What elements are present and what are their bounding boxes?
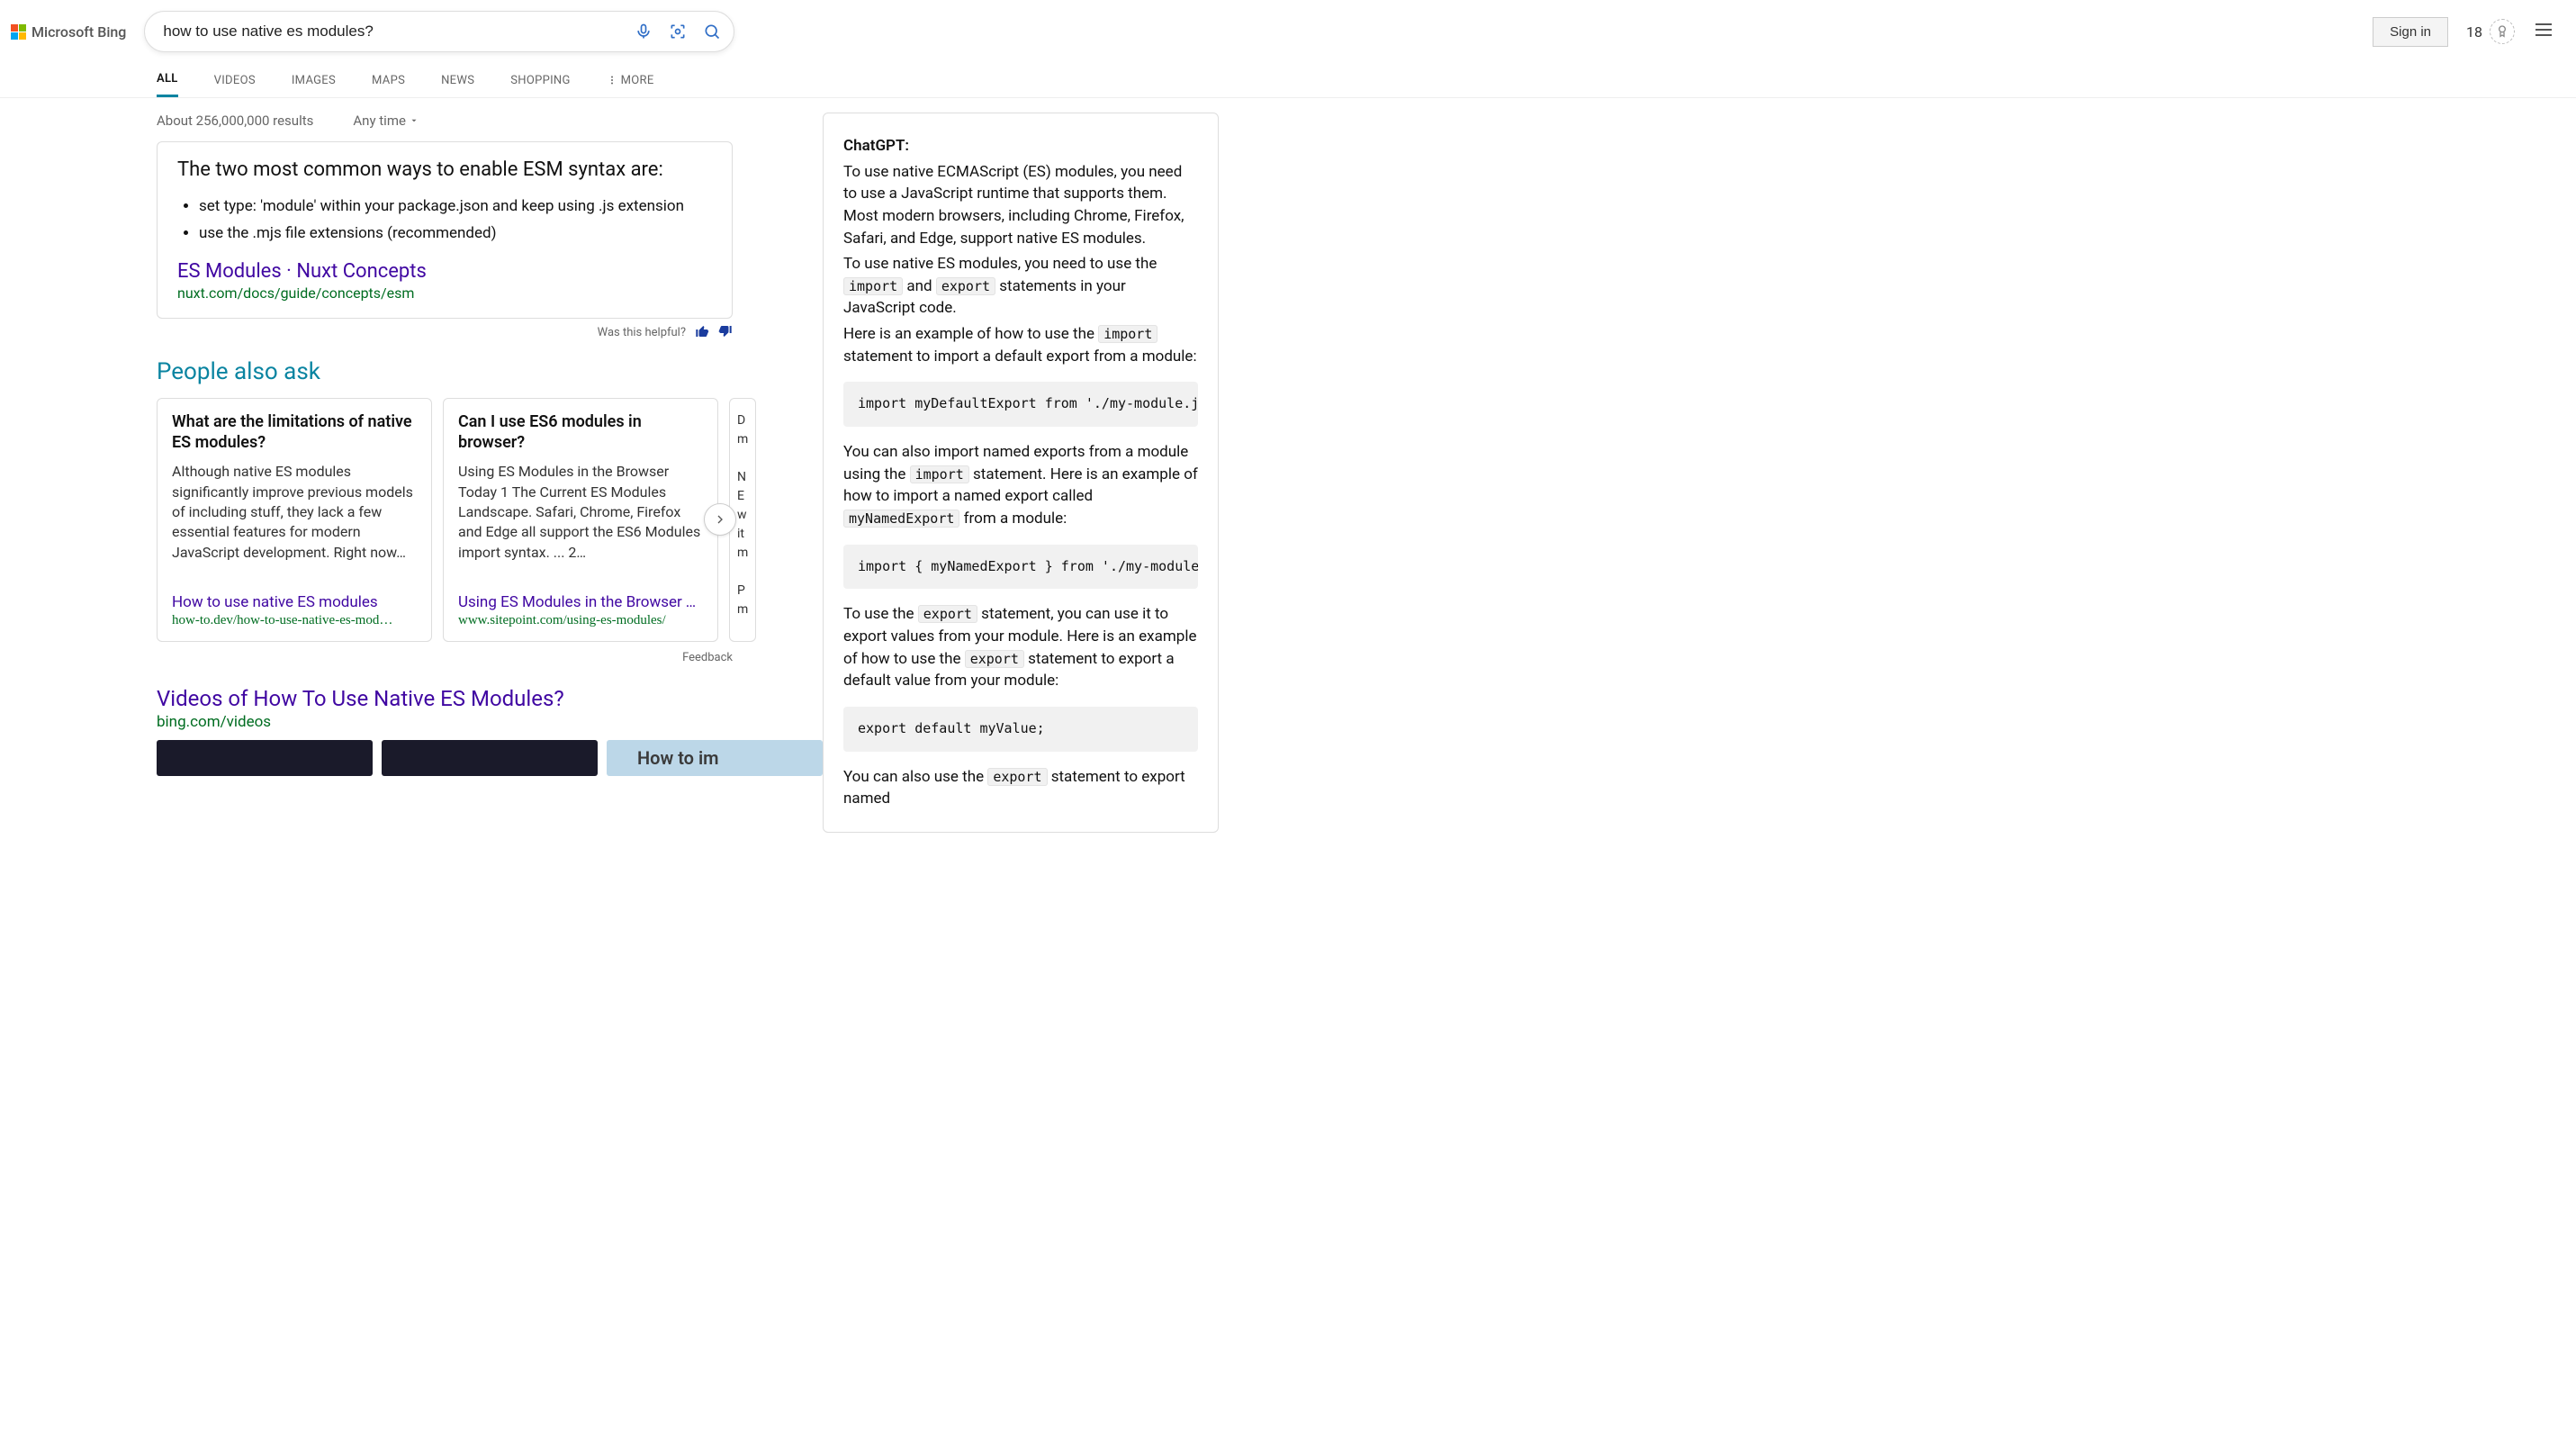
helpful-label: Was this helpful? bbox=[598, 326, 686, 339]
chat-text: To use native ES modules, you need to us… bbox=[843, 253, 1198, 320]
rewards-widget[interactable]: 18 bbox=[2466, 19, 2515, 44]
tab-news[interactable]: NEWS bbox=[441, 61, 474, 96]
paa-body: Although native ES modules significantly… bbox=[172, 462, 417, 582]
chat-text: You can also use the export statement to… bbox=[843, 766, 1198, 810]
tab-videos[interactable]: VIDEOS bbox=[214, 61, 256, 96]
code-block: import { myNamedExport } from './my-modu… bbox=[843, 545, 1198, 590]
snippet-bullet: use the .mjs file extensions (recommende… bbox=[199, 221, 712, 248]
tabs-bar: ALL VIDEOS IMAGES MAPS NEWS SHOPPING MOR… bbox=[0, 59, 2576, 98]
paa-next-button[interactable] bbox=[704, 503, 736, 536]
code-inline: export bbox=[987, 768, 1047, 786]
paa-link[interactable]: How to use native ES modules bbox=[172, 593, 417, 611]
rewards-icon bbox=[2490, 19, 2515, 44]
search-icon[interactable] bbox=[703, 23, 721, 41]
code-inline: import bbox=[1098, 325, 1157, 343]
featured-snippet: The two most common ways to enable ESM s… bbox=[157, 141, 733, 319]
paa-card[interactable]: Can I use ES6 modules in browser? Using … bbox=[443, 398, 718, 643]
tab-images[interactable]: IMAGES bbox=[292, 61, 336, 96]
search-input[interactable] bbox=[163, 23, 635, 41]
videos-heading[interactable]: Videos of How To Use Native ES Modules? bbox=[157, 686, 733, 711]
paa-carousel: What are the limitations of native ES mo… bbox=[157, 398, 733, 643]
paa-url: www.sitepoint.com/using-es-modules/ bbox=[458, 613, 703, 628]
code-inline: import bbox=[843, 277, 903, 295]
result-count: About 256,000,000 results bbox=[157, 113, 313, 129]
paa-link[interactable]: Using ES Modules in the Browser T… bbox=[458, 593, 703, 611]
header: Microsoft Bing Sign in 18 bbox=[0, 0, 2576, 59]
code-inline: myNamedExport bbox=[843, 510, 959, 528]
feedback-link[interactable]: Feedback bbox=[682, 651, 733, 664]
searchbox bbox=[144, 11, 734, 52]
tab-shopping[interactable]: SHOPPING bbox=[510, 61, 570, 96]
paa-question: What are the limitations of native ES mo… bbox=[172, 411, 417, 454]
chat-text: You can also import named exports from a… bbox=[843, 441, 1198, 530]
mic-icon[interactable] bbox=[635, 23, 653, 41]
brand-label: Microsoft Bing bbox=[32, 23, 126, 41]
chat-label: ChatGPT: bbox=[843, 137, 909, 155]
anytime-dropdown[interactable]: Any time bbox=[353, 113, 419, 129]
snippet-source-link[interactable]: ES Modules · Nuxt Concepts bbox=[177, 260, 427, 283]
code-block: import myDefaultExport from './my-module… bbox=[843, 382, 1198, 427]
tab-more[interactable]: MORE bbox=[607, 61, 654, 96]
snippet-heading: The two most common ways to enable ESM s… bbox=[177, 158, 712, 181]
paa-question: Can I use ES6 modules in browser? bbox=[458, 411, 703, 454]
chat-text: To use native ECMAScript (ES) modules, y… bbox=[843, 161, 1198, 250]
rewards-count: 18 bbox=[2466, 23, 2482, 41]
code-inline: import bbox=[910, 465, 969, 483]
thumbs-down-icon[interactable] bbox=[718, 324, 733, 342]
chevron-right-icon bbox=[713, 512, 727, 527]
chat-text: To use the export statement, you can use… bbox=[843, 603, 1198, 692]
hamburger-icon[interactable] bbox=[2533, 19, 2554, 44]
video-thumbnail[interactable] bbox=[382, 740, 598, 776]
thumbs-up-icon[interactable] bbox=[695, 324, 709, 342]
code-inline: export bbox=[936, 277, 995, 295]
chevron-down-icon bbox=[410, 116, 419, 125]
video-thumbnail[interactable] bbox=[157, 740, 373, 776]
chatgpt-panel: ChatGPT: To use native ECMAScript (ES) m… bbox=[823, 113, 1219, 833]
lens-icon[interactable] bbox=[669, 23, 687, 41]
paa-url: how-to.dev/how-to-use-native-es-mod… bbox=[172, 613, 417, 628]
chat-text: Here is an example of how to use the imp… bbox=[843, 323, 1198, 367]
bing-logo[interactable]: Microsoft Bing bbox=[11, 23, 126, 41]
tab-all[interactable]: ALL bbox=[157, 59, 178, 97]
snippet-bullet: set type: 'module' within your package.j… bbox=[199, 194, 712, 221]
paa-body: Using ES Modules in the Browser Today 1 … bbox=[458, 462, 703, 582]
signin-button[interactable]: Sign in bbox=[2373, 17, 2448, 47]
video-thumbnail[interactable]: How to im bbox=[607, 740, 823, 776]
microsoft-icon bbox=[11, 24, 26, 40]
paa-heading: People also ask bbox=[157, 358, 733, 385]
code-inline: export bbox=[918, 605, 977, 623]
videos-url: bing.com/videos bbox=[157, 713, 733, 731]
tab-maps[interactable]: MAPS bbox=[372, 61, 405, 96]
snippet-source-url: nuxt.com/docs/guide/concepts/esm bbox=[177, 284, 712, 302]
paa-card[interactable]: What are the limitations of native ES mo… bbox=[157, 398, 432, 643]
code-block: export default myValue; bbox=[843, 707, 1198, 752]
code-inline: export bbox=[965, 650, 1024, 668]
